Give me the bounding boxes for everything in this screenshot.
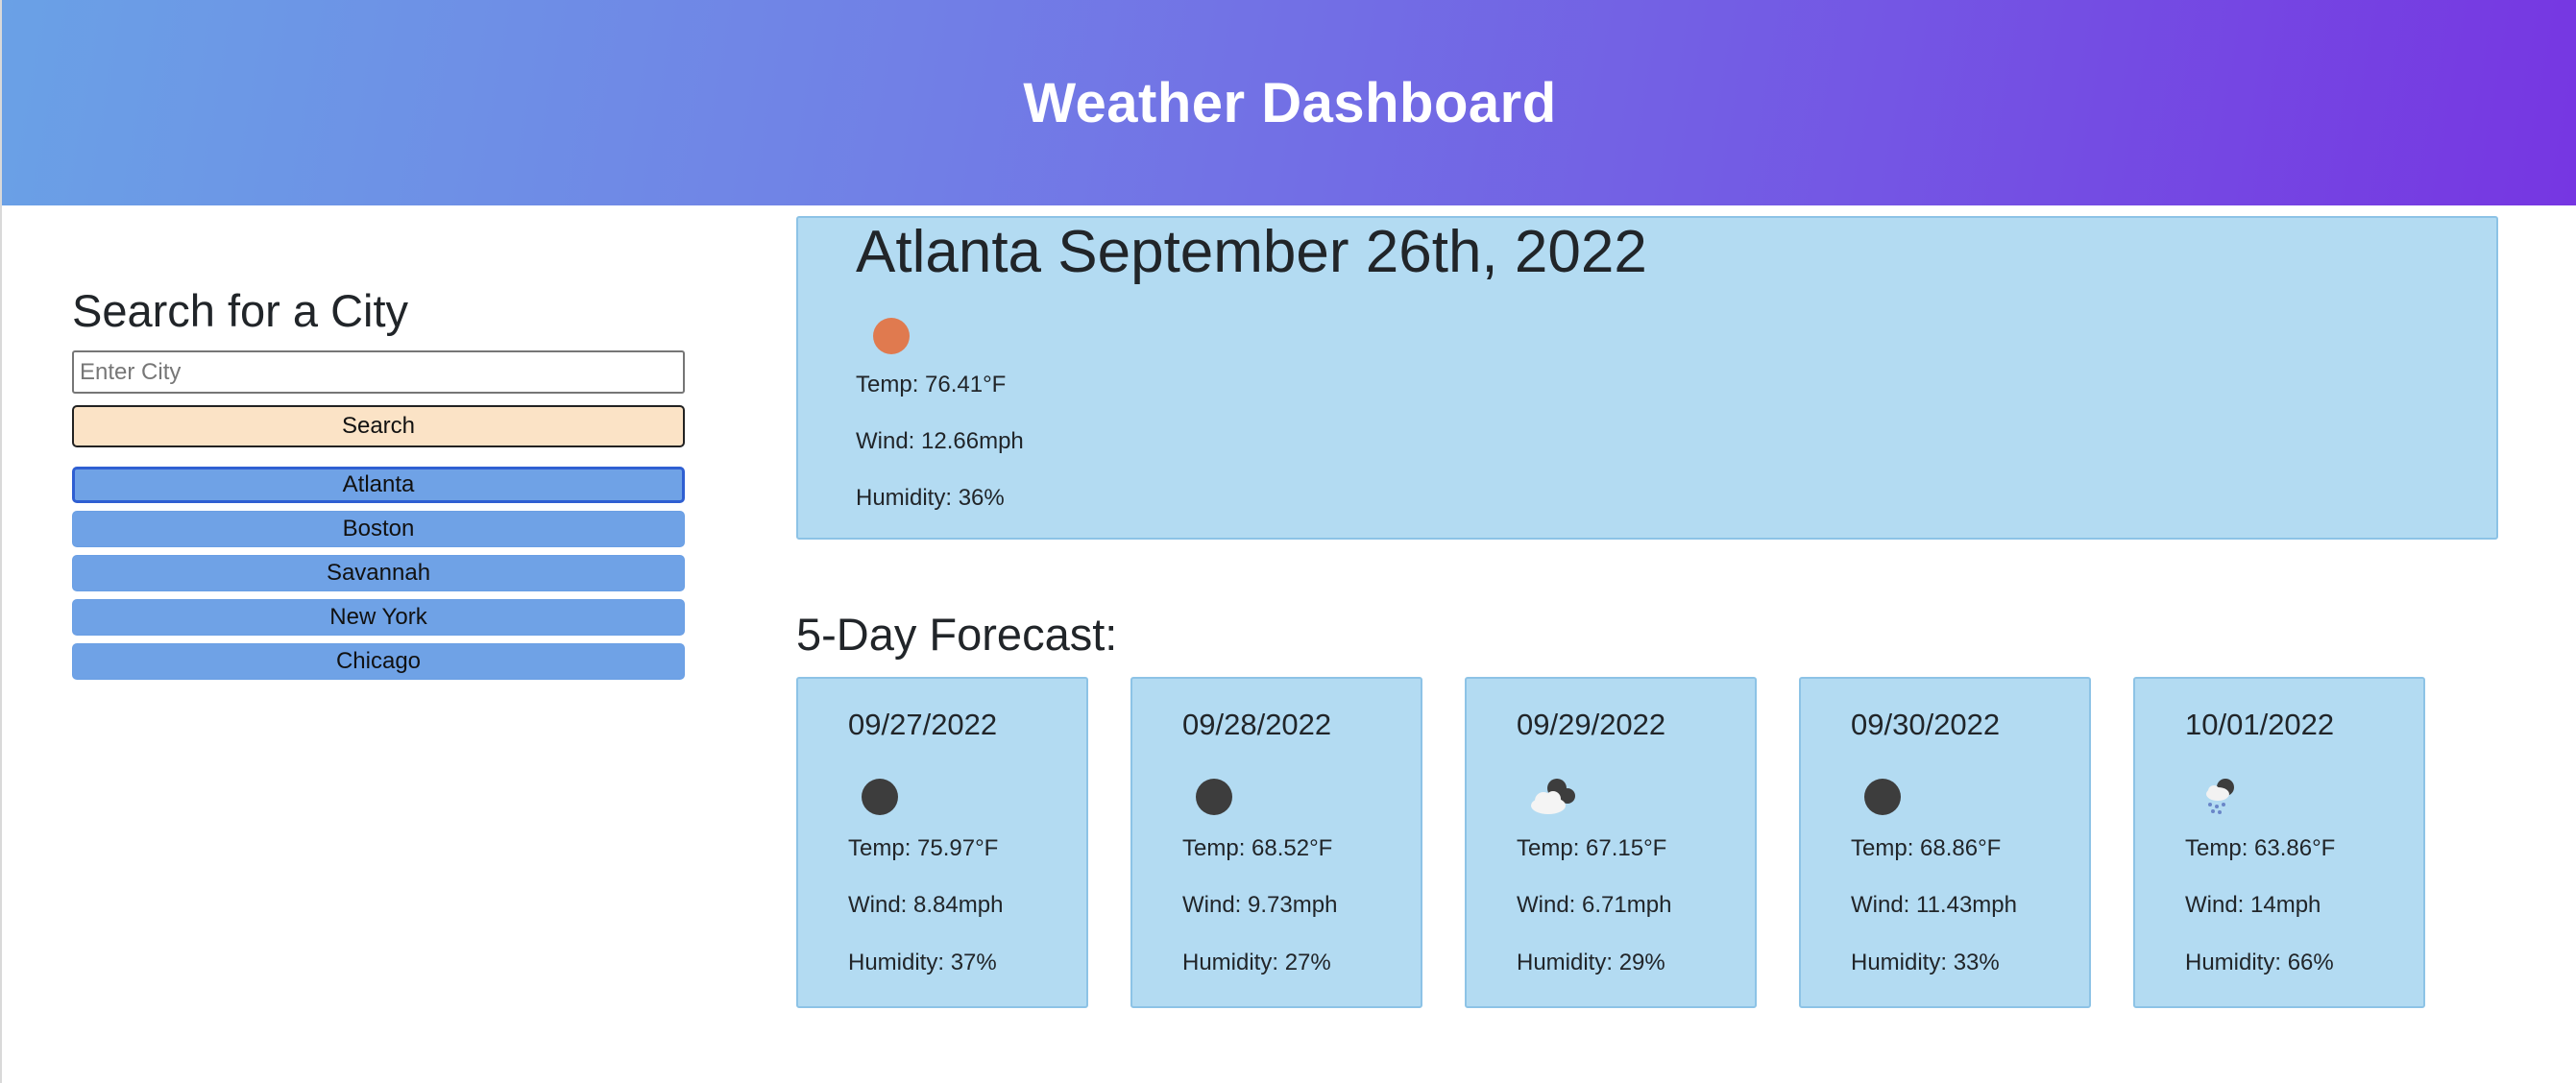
clear-night-icon [1196, 779, 1232, 815]
history-button-new-york[interactable]: New York [72, 599, 685, 636]
forecast-card: 09/30/2022 Temp: 68.86°F Wind: 11.43mph … [1799, 677, 2091, 1008]
forecast-wind: Wind: 11.43mph [1851, 892, 2017, 918]
forecast-temp: Temp: 63.86°F [2185, 835, 2336, 861]
clear-night-icon [862, 779, 898, 815]
history-button-savannah[interactable]: Savannah [72, 555, 685, 591]
history-button-chicago[interactable]: Chicago [72, 643, 685, 680]
forecast-temp: Temp: 68.52°F [1182, 835, 1333, 861]
search-history-list: Atlanta Boston Savannah New York Chicago [72, 467, 687, 680]
current-humidity: Humidity: 36% [856, 485, 1005, 511]
search-title: Search for a City [72, 285, 409, 336]
app-header: Weather Dashboard [2, 0, 2576, 205]
forecast-card: 09/27/2022 Temp: 75.97°F Wind: 8.84mph H… [796, 677, 1088, 1008]
rain-night-icon [2206, 779, 2234, 814]
forecast-card: 09/29/2022 Temp: 67.15°F Wind: 6.71mph H… [1465, 677, 1757, 1008]
clear-night-icon [1864, 779, 1901, 815]
forecast-humidity: Humidity: 37% [848, 950, 997, 975]
forecast-temp: Temp: 67.15°F [1517, 835, 1667, 861]
city-search-input[interactable] [72, 350, 685, 394]
history-button-boston[interactable]: Boston [72, 511, 685, 547]
history-button-atlanta[interactable]: Atlanta [72, 467, 685, 503]
search-button[interactable]: Search [72, 405, 685, 447]
forecast-heading: 5-Day Forecast: [796, 609, 1118, 660]
forecast-date: 10/01/2022 [2185, 708, 2335, 741]
forecast-temp: Temp: 68.86°F [1851, 835, 2002, 861]
forecast-date: 09/27/2022 [848, 708, 998, 741]
forecast-card: 09/28/2022 Temp: 68.52°F Wind: 9.73mph H… [1130, 677, 1422, 1008]
forecast-wind: Wind: 8.84mph [848, 892, 1004, 918]
forecast-date: 09/28/2022 [1182, 708, 1332, 741]
partly-cloudy-night-icon [1531, 779, 1575, 814]
current-wind: Wind: 12.66mph [856, 428, 1024, 454]
forecast-wind: Wind: 6.71mph [1517, 892, 1672, 918]
forecast-date: 09/29/2022 [1517, 708, 1666, 741]
forecast-humidity: Humidity: 27% [1182, 950, 1331, 975]
current-temp: Temp: 76.41°F [856, 372, 1007, 397]
forecast-humidity: Humidity: 33% [1851, 950, 2000, 975]
current-city-date: Atlanta September 26th, 2022 [856, 219, 1647, 285]
forecast-wind: Wind: 14mph [2185, 892, 2321, 918]
current-weather-card: Atlanta September 26th, 2022 Temp: 76.41… [796, 216, 2498, 540]
forecast-wind: Wind: 9.73mph [1182, 892, 1338, 918]
forecast-temp: Temp: 75.97°F [848, 835, 999, 861]
forecast-humidity: Humidity: 66% [2185, 950, 2334, 975]
sun-icon [873, 318, 910, 354]
forecast-humidity: Humidity: 29% [1517, 950, 1665, 975]
search-panel: Search for a City Search Atlanta Boston … [72, 284, 687, 687]
page-title: Weather Dashboard [1023, 71, 1557, 134]
forecast-card: 10/01/2022 Temp: 63.86°F Wind: 14mph Hum… [2133, 677, 2425, 1008]
forecast-date: 09/30/2022 [1851, 708, 2001, 741]
